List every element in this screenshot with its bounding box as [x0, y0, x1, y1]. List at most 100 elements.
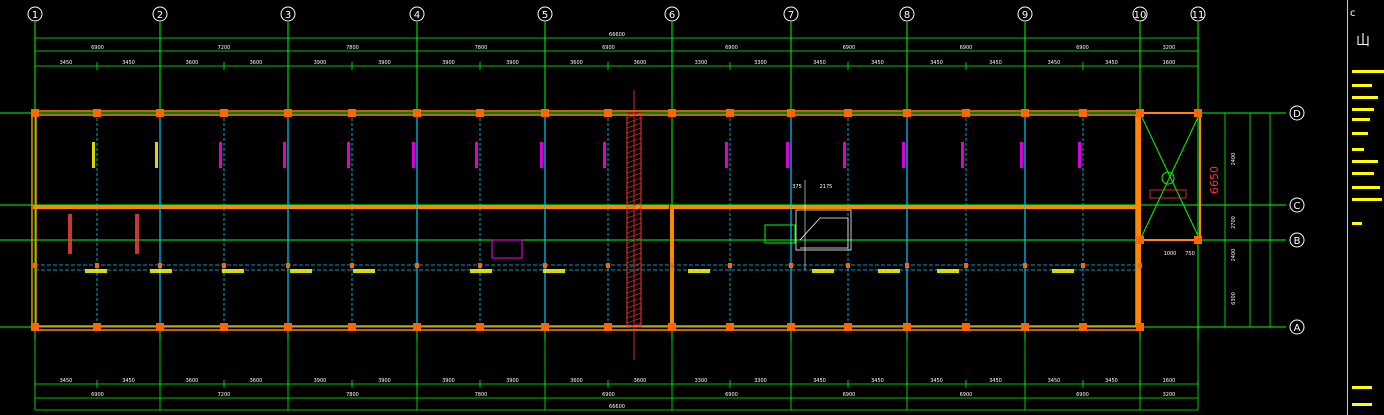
ramp-dimension: 375: [792, 184, 802, 190]
exterior-wall: [31, 110, 1141, 331]
corridor-beam-annotation: [878, 269, 900, 273]
axis-bubble-label-B: B: [1294, 236, 1301, 247]
corridor-column: [1081, 263, 1085, 268]
column: [1136, 323, 1144, 331]
beam-span-annotation: [540, 142, 543, 168]
top-total-dimension: 66600: [609, 32, 625, 38]
right-side-dimension: 2700: [1231, 216, 1237, 229]
corridor-beam-annotation: [812, 269, 834, 273]
beam-span-annotation: [475, 142, 478, 168]
corridor-column: [222, 263, 226, 268]
column: [1079, 323, 1087, 331]
beam-span-annotation: [843, 142, 846, 168]
column: [962, 109, 970, 117]
column: [93, 323, 101, 331]
bottom-sub-dimension: 3600: [186, 378, 199, 384]
column: [787, 109, 795, 117]
column: [844, 323, 852, 331]
interior-wall: [672, 205, 1140, 209]
column: [962, 323, 970, 331]
column: [903, 109, 911, 117]
title-block-note-line: [1352, 148, 1364, 151]
hatched-zone: [626, 90, 642, 360]
beam-span-annotation: [1020, 142, 1023, 168]
axis-bubble-label-10: 10: [1134, 10, 1147, 21]
axis-bubble-label-8: 8: [904, 10, 910, 21]
corridor-column: [286, 263, 290, 268]
title-block-note-line: [1352, 84, 1372, 87]
bottom-total-dimension: 66600: [609, 404, 625, 410]
interior-wall: [33, 205, 669, 209]
corridor-beam-annotation: [290, 269, 312, 273]
top-sub-dimension: 3600: [634, 60, 647, 66]
column: [220, 323, 228, 331]
top-sub-dimension: 3450: [930, 60, 943, 66]
bottom-sub-dimension: 3600: [634, 378, 647, 384]
dimension-lines: [34, 22, 1271, 411]
top-sub-dimension: 3450: [871, 60, 884, 66]
beam-span-annotation: [283, 142, 286, 168]
top-bay-dimension: 3200: [1163, 45, 1176, 51]
stair-width-dimension: 6650: [1208, 166, 1221, 194]
axis-bubble-label-1: 1: [32, 10, 38, 21]
top-sub-dimension: 3900: [378, 60, 391, 66]
corridor-column: [1138, 263, 1142, 268]
title-block-note-line: [1352, 70, 1384, 73]
corridor-column: [350, 263, 354, 268]
top-sub-dimension: 3900: [314, 60, 327, 66]
stair-column: [1194, 109, 1202, 117]
column: [348, 323, 356, 331]
column: [156, 323, 164, 331]
corridor-beam-annotation: [353, 269, 375, 273]
column: [31, 323, 39, 331]
bottom-bay-dimension: 7800: [475, 392, 488, 398]
bottom-bay-dimension: 3200: [1163, 392, 1176, 398]
stair-column: [1194, 236, 1202, 244]
bottom-sub-dimension: 3300: [754, 378, 767, 384]
top-bay-dimension: 7200: [218, 45, 231, 51]
title-block-note-line: [1352, 108, 1374, 111]
bottom-bay-dimension: 6900: [602, 392, 615, 398]
axis-bubbles: 1 2 3 4 5 6 7 8 9 10 11 D C B A: [27, 6, 1305, 335]
column: [541, 323, 549, 331]
top-bay-dimension: 6900: [602, 45, 615, 51]
title-block-note-line: [1352, 96, 1378, 99]
bottom-sub-dimension: 3450: [930, 378, 943, 384]
corridor-column: [478, 263, 482, 268]
dimension-labels: 66600 66600 6900 7200 7800 7800 6900 6900 6900 69…: [60, 32, 1237, 410]
axis-bubble-label-3: 3: [285, 10, 291, 21]
corridor-column: [846, 263, 850, 268]
title-block-subtitle: 山: [1356, 33, 1370, 49]
axis-bubble-label-11: 11: [1192, 10, 1205, 21]
top-bay-dimension: 7800: [475, 45, 488, 51]
bottom-bay-dimension: 7200: [218, 392, 231, 398]
stair-bottom-dimension: 750: [1185, 251, 1195, 257]
beam-span-annotation: [155, 142, 158, 168]
title-block-note-line: [1352, 198, 1382, 201]
axis-bubble-label-A: A: [1294, 323, 1301, 334]
corridor-column: [543, 263, 547, 268]
column: [844, 109, 852, 117]
top-sub-dimension: 3450: [813, 60, 826, 66]
corridor-column: [728, 263, 732, 268]
title-block-note-line: [1352, 186, 1380, 189]
title-block-note-line: [1352, 403, 1372, 406]
title-block-header: c: [1350, 8, 1356, 19]
bottom-bay-dimension: 6900: [725, 392, 738, 398]
top-bay-dimension: 6900: [843, 45, 856, 51]
beam-span-annotation: [219, 142, 222, 168]
column: [476, 109, 484, 117]
bottom-sub-dimension: 3450: [871, 378, 884, 384]
axis-bubble-label-C: C: [1294, 201, 1301, 212]
corridor-column: [415, 263, 419, 268]
corridor-beam-annotation: [937, 269, 959, 273]
bottom-sub-dimension: 3900: [442, 378, 455, 384]
column: [413, 323, 421, 331]
walls: [31, 110, 1141, 331]
bottom-bay-dimension: 7800: [346, 392, 359, 398]
corridor-column: [606, 263, 610, 268]
top-sub-dimension: 3450: [989, 60, 1002, 66]
top-sub-dimension: 3900: [442, 60, 455, 66]
corridor-column: [158, 263, 162, 268]
stair-column: [1136, 236, 1144, 244]
